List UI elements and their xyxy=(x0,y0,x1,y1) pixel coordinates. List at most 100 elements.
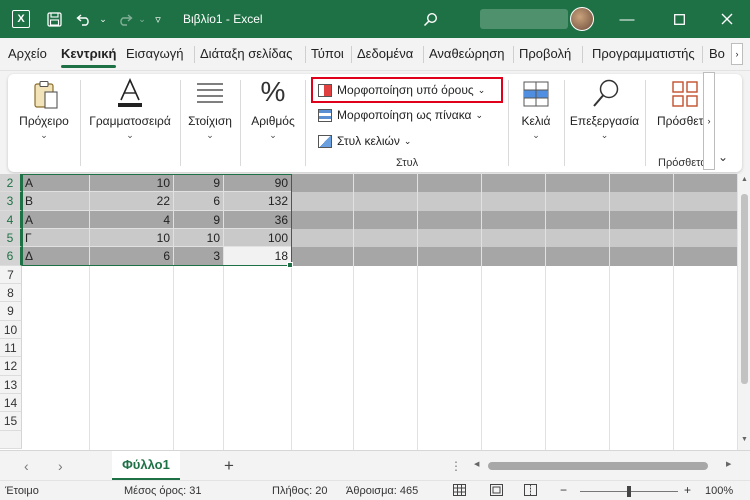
zoom-slider-handle[interactable] xyxy=(627,486,631,497)
vertical-scrollbar[interactable]: ▲ ▼ xyxy=(737,174,750,450)
cell-d3[interactable]: 132 xyxy=(224,192,292,211)
tab-view[interactable]: Προβολή xyxy=(519,46,571,61)
format-as-table-button[interactable]: Μορφοποίηση ως πίνακα ⌄ xyxy=(318,104,483,126)
row-header[interactable]: 13 xyxy=(0,375,22,394)
scrollbar-thumb[interactable] xyxy=(488,462,708,470)
worksheet-grid[interactable]: 2 A 10 9 90 3 B 22 6 132 4 A 4 9 36 5 Γ … xyxy=(0,174,737,450)
row-header[interactable]: 4 xyxy=(0,210,22,229)
search-icon[interactable] xyxy=(420,0,440,38)
tab-home[interactable]: Κεντρική xyxy=(61,46,117,68)
cell-d4[interactable]: 36 xyxy=(224,210,292,229)
zoom-in-button[interactable]: + xyxy=(684,483,691,497)
undo-dropdown-icon[interactable]: ⌄ xyxy=(97,0,109,38)
ribbon-scroll-right-button[interactable]: › xyxy=(703,72,715,170)
tab-separator xyxy=(423,46,424,63)
fill-handle[interactable] xyxy=(287,262,293,268)
close-icon[interactable] xyxy=(716,0,738,38)
row-header[interactable]: 14 xyxy=(0,394,22,413)
undo-icon[interactable] xyxy=(74,0,94,38)
cell-b3[interactable]: 22 xyxy=(90,192,174,211)
row-header[interactable]: 2 xyxy=(0,174,22,193)
table-row: 3 B 22 6 132 xyxy=(0,192,737,211)
customize-toolbar-icon[interactable]: ▿ xyxy=(151,0,165,38)
tab-help-truncated[interactable]: Βο xyxy=(709,46,729,61)
row-header[interactable]: 10 xyxy=(0,320,22,339)
cell-a2[interactable]: A xyxy=(22,174,90,193)
status-count[interactable]: Πλήθος: 20 xyxy=(272,485,327,497)
table-row: 10 xyxy=(0,320,737,339)
cell-c4[interactable]: 9 xyxy=(174,210,224,229)
cell-d2[interactable]: 90 xyxy=(224,174,292,193)
zoom-out-button[interactable]: − xyxy=(560,483,567,497)
normal-view-icon[interactable] xyxy=(453,484,466,499)
chevron-left-icon[interactable]: ‹ xyxy=(24,451,29,481)
tabs-scroll-right-button[interactable]: › xyxy=(731,43,743,65)
tab-developer[interactable]: Προγραμματιστής xyxy=(592,46,695,61)
row-header[interactable]: 11 xyxy=(0,339,22,358)
cell-b6[interactable]: 6 xyxy=(90,247,174,266)
status-sum[interactable]: Άθροισμα: 465 xyxy=(346,485,418,497)
redo-icon[interactable] xyxy=(115,0,135,38)
save-icon[interactable] xyxy=(44,0,64,38)
group-separator xyxy=(645,80,646,166)
tab-insert[interactable]: Εισαγωγή xyxy=(126,46,183,61)
editing-button[interactable]: Επεξεργασία ⌄ xyxy=(567,74,642,172)
font-button[interactable]: Γραμματοσειρά ⌄ xyxy=(82,74,178,172)
cell-b2[interactable]: 10 xyxy=(90,174,174,193)
cell-c3[interactable]: 6 xyxy=(174,192,224,211)
row-header[interactable]: 8 xyxy=(0,284,22,303)
table-row: 9 xyxy=(0,302,737,321)
row-header[interactable]: 5 xyxy=(0,229,22,248)
cell-d6-active[interactable]: 18 xyxy=(224,247,292,266)
avatar[interactable] xyxy=(570,7,594,31)
tab-data[interactable]: Δεδομένα xyxy=(357,46,413,61)
cells-button[interactable]: Κελιά ⌄ xyxy=(511,74,561,172)
chevron-down-icon: ⌄ xyxy=(403,135,412,146)
chevron-right-icon[interactable]: › xyxy=(58,451,63,481)
cell-b4[interactable]: 4 xyxy=(90,210,174,229)
horizontal-scrollbar[interactable]: ◀ ▶ xyxy=(474,459,736,473)
cell-styles-button[interactable]: Στυλ κελιών ⌄ xyxy=(318,130,411,152)
maximize-icon[interactable] xyxy=(668,0,690,38)
clipboard-button[interactable]: Πρόχειρο ⌄ xyxy=(8,74,80,172)
row-header[interactable]: 7 xyxy=(0,265,22,284)
minimize-icon[interactable]: — xyxy=(616,0,638,38)
add-sheet-button[interactable]: + xyxy=(224,451,234,481)
scrollbar-thumb[interactable] xyxy=(741,194,748,384)
cell-c2[interactable]: 9 xyxy=(174,174,224,193)
cell-c6[interactable]: 3 xyxy=(174,247,224,266)
scroll-up-icon[interactable]: ▲ xyxy=(738,176,750,183)
more-options-icon[interactable]: ⋮ xyxy=(450,451,462,481)
cell-a3[interactable]: B xyxy=(22,192,90,211)
page-layout-view-icon[interactable] xyxy=(490,484,503,499)
tab-file[interactable]: Αρχείο xyxy=(8,46,47,61)
row-header[interactable]: 12 xyxy=(0,357,22,376)
cell-b5[interactable]: 10 xyxy=(90,229,174,248)
number-button[interactable]: % Αριθμός ⌄ xyxy=(244,74,302,172)
scroll-down-icon[interactable]: ▼ xyxy=(738,436,750,443)
cell-d5[interactable]: 100 xyxy=(224,229,292,248)
scroll-left-icon[interactable]: ◀ xyxy=(474,460,479,468)
tab-page-layout[interactable]: Διάταξη σελίδας xyxy=(200,46,292,61)
row-header[interactable] xyxy=(0,430,22,449)
cell-a5[interactable]: Γ xyxy=(22,229,90,248)
collapse-ribbon-icon[interactable]: ⌄ xyxy=(718,150,728,164)
cell-c5[interactable]: 10 xyxy=(174,229,224,248)
cell-a4[interactable]: A xyxy=(22,210,90,229)
tab-review[interactable]: Αναθεώρηση xyxy=(429,46,505,61)
cell-a6[interactable]: Δ xyxy=(22,247,90,266)
row-header[interactable]: 9 xyxy=(0,302,22,321)
row-header[interactable]: 3 xyxy=(0,192,22,211)
redo-dropdown-icon[interactable]: ⌄ xyxy=(137,0,147,38)
alignment-button[interactable]: Στοίχιση ⌄ xyxy=(182,74,238,172)
zoom-level[interactable]: 100% xyxy=(705,485,733,497)
sheet-tab[interactable]: Φύλλο1 xyxy=(112,451,180,481)
row-header[interactable]: 15 xyxy=(0,412,22,431)
row-header[interactable]: 6 xyxy=(0,247,22,266)
gridline xyxy=(173,266,174,450)
scroll-right-icon[interactable]: ▶ xyxy=(726,460,731,468)
tab-formulas[interactable]: Τύποι xyxy=(311,46,344,61)
page-break-view-icon[interactable] xyxy=(524,484,537,499)
account-name-blurred[interactable] xyxy=(480,9,568,29)
status-average[interactable]: Μέσος όρος: 31 xyxy=(124,485,201,497)
